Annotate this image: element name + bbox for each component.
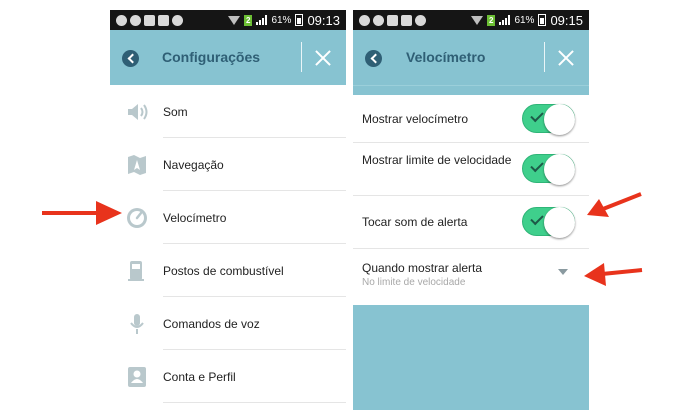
settings-header: Configurações — [110, 30, 346, 85]
status-time: 09:15 — [550, 12, 583, 28]
messenger-icon — [116, 14, 127, 26]
settings-menu: Som Navegação Velocímetro Postos de comb… — [110, 85, 346, 403]
menu-item-label: Som — [163, 104, 188, 119]
notification-icons — [116, 14, 183, 26]
menu-item-comandos-voz[interactable]: Comandos de voz — [110, 297, 346, 350]
setting-label: Mostrar limite de velocidade — [362, 153, 512, 167]
map-icon — [126, 154, 148, 176]
battery-icon — [295, 14, 304, 26]
status-time: 09:13 — [307, 12, 340, 28]
signal-icon — [256, 15, 268, 25]
close-button[interactable] — [557, 49, 575, 67]
page-title: Configurações — [162, 49, 261, 65]
arrow-left-icon — [587, 192, 642, 217]
show-speedometer-toggle[interactable] — [522, 104, 575, 135]
check-icon — [530, 158, 544, 173]
navigation-icon — [172, 14, 183, 26]
speedometer-settings: Mostrar velocímetro Mostrar limite de ve… — [353, 95, 589, 299]
arrow-left-icon — [584, 263, 643, 286]
alert-when-dropdown[interactable]: Quando mostrar alerta No limite de veloc… — [353, 249, 589, 299]
battery-percent: 61% — [271, 14, 292, 26]
dropdown-value: No limite de velocidade — [362, 277, 466, 288]
image-icon — [144, 14, 155, 26]
back-button[interactable] — [122, 50, 139, 67]
back-button[interactable] — [365, 50, 382, 67]
facebook-icon — [158, 14, 169, 26]
page-title: Velocímetro — [406, 49, 486, 65]
header-divider — [301, 42, 302, 72]
messenger-icon — [359, 14, 370, 26]
menu-item-som[interactable]: Som — [110, 85, 346, 138]
settings-screen: 2 61% 09:13 Configurações Som Navegação … — [110, 10, 346, 410]
menu-item-navegacao[interactable]: Navegação — [110, 138, 346, 191]
battery-percent: 61% — [514, 14, 535, 26]
speedometer-header: Velocímetro — [353, 30, 589, 85]
setting-label: Mostrar velocímetro — [362, 112, 469, 126]
chevron-down-icon — [558, 269, 568, 275]
check-icon — [530, 108, 544, 123]
menu-item-postos[interactable]: Postos de combustível — [110, 244, 346, 297]
check-icon — [530, 211, 544, 226]
toggle-knob — [544, 104, 575, 135]
signal-icon — [499, 15, 511, 25]
menu-item-label: Postos de combustível — [163, 263, 284, 278]
status-bar: 2 61% 09:13 — [110, 10, 346, 30]
messenger-icon — [373, 14, 384, 26]
menu-item-label: Conta e Perfil — [163, 369, 236, 384]
close-button[interactable] — [314, 49, 332, 67]
navigation-icon — [415, 14, 426, 26]
wifi-icon — [470, 15, 483, 25]
battery-icon — [538, 14, 547, 26]
menu-item-label: Navegação — [163, 157, 224, 172]
show-speed-limit-toggle[interactable] — [522, 154, 575, 185]
dropdown-label: Quando mostrar alerta — [362, 261, 483, 275]
profile-card-icon — [126, 366, 148, 388]
speedometer-icon — [126, 207, 148, 229]
speedometer-screen: 2 61% 09:15 Velocímetro Mostrar velocíme… — [353, 10, 589, 410]
notification-icons — [359, 14, 426, 26]
image-icon — [387, 14, 398, 26]
fuel-pump-icon — [126, 260, 148, 282]
sim-badge: 2 — [486, 14, 496, 26]
wifi-icon — [227, 15, 240, 25]
setting-row-show-speed-limit: Mostrar limite de velocidade — [353, 143, 589, 196]
sim-badge: 2 — [243, 14, 253, 26]
speaker-icon — [126, 101, 148, 123]
alert-sound-toggle[interactable] — [522, 207, 575, 238]
menu-item-label: Velocímetro — [163, 210, 227, 225]
screenshot-root: 2 61% 09:13 Configurações Som Navegação … — [0, 0, 695, 413]
menu-item-velocimetro[interactable]: Velocímetro — [110, 191, 346, 244]
setting-label: Tocar som de alerta — [362, 215, 468, 229]
toggle-knob — [544, 154, 575, 185]
header-divider — [544, 42, 545, 72]
toggle-knob — [544, 207, 575, 238]
status-bar: 2 61% 09:15 — [353, 10, 589, 30]
divider — [163, 402, 346, 403]
footer-area — [353, 305, 589, 410]
menu-item-label: Comandos de voz — [163, 316, 260, 331]
setting-row-alert-sound: Tocar som de alerta — [353, 196, 589, 249]
arrow-right-icon — [42, 201, 122, 225]
menu-item-conta-perfil[interactable]: Conta e Perfil — [110, 350, 346, 403]
header-subbar — [353, 85, 589, 95]
microphone-icon — [126, 313, 148, 335]
messenger-icon — [130, 14, 141, 26]
facebook-icon — [401, 14, 412, 26]
setting-row-show-speedometer: Mostrar velocímetro — [353, 95, 589, 143]
